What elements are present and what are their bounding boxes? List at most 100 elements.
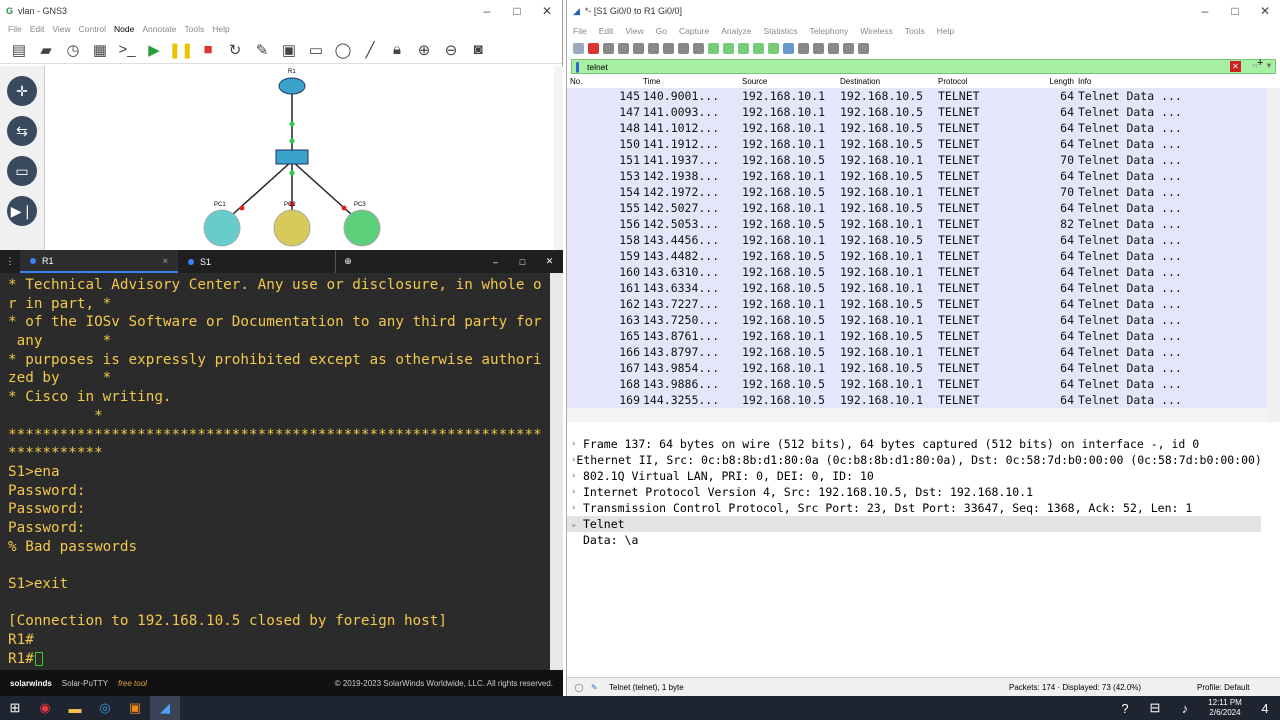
volume-icon[interactable]: ♪ bbox=[1170, 696, 1200, 720]
help-icon[interactable]: ? bbox=[1110, 696, 1140, 720]
autoscroll-icon[interactable] bbox=[783, 42, 794, 54]
wireshark-taskbar-icon[interactable]: ◢ bbox=[150, 696, 180, 720]
network-icon[interactable]: ⊟ bbox=[1140, 696, 1170, 720]
table-row[interactable]: 168 143.9886... 192.168.10.5 192.168.10.1 TE… bbox=[567, 376, 1267, 392]
ws-maximize-icon[interactable]: □ bbox=[1220, 4, 1250, 18]
col-source[interactable]: Source bbox=[742, 77, 840, 86]
bookmark-icon[interactable]: ▌ bbox=[576, 62, 582, 72]
menu-kebab-icon[interactable]: ⋮ bbox=[0, 256, 20, 267]
notifications-icon[interactable]: 4 bbox=[1250, 696, 1280, 720]
first-packet-icon[interactable] bbox=[753, 42, 764, 54]
clear-filter-icon[interactable]: ✕ bbox=[1230, 61, 1241, 72]
rectangle-icon[interactable]: ▭ bbox=[305, 40, 327, 60]
packet-details[interactable]: › Frame 137: 64 bytes on wire (512 bits),… bbox=[567, 436, 1261, 677]
expert-info-icon[interactable]: ◯ bbox=[567, 683, 591, 692]
menu-edit[interactable]: Edit bbox=[30, 24, 45, 34]
table-row[interactable]: 166 143.8797... 192.168.10.5 192.168.10.1 TE… bbox=[567, 344, 1267, 360]
go-forward-icon[interactable] bbox=[723, 42, 734, 54]
table-row[interactable]: 145 140.9001... 192.168.10.1 192.168.10.5 TE… bbox=[567, 88, 1267, 104]
options-icon[interactable] bbox=[618, 42, 629, 54]
ws-menu-capture[interactable]: Capture bbox=[679, 26, 709, 36]
menu-view[interactable]: View bbox=[52, 24, 70, 34]
ellipse-icon[interactable]: ◯ bbox=[332, 40, 354, 60]
table-row[interactable]: 156 142.5053... 192.168.10.5 192.168.10.1 TE… bbox=[567, 216, 1267, 232]
close-icon[interactable]: ✕ bbox=[532, 4, 562, 18]
line-icon[interactable]: ╱ bbox=[359, 40, 381, 60]
routers-icon[interactable]: ✛ bbox=[7, 76, 37, 106]
expand-arrow-icon[interactable]: › bbox=[571, 503, 583, 513]
tab-s1[interactable]: S1 bbox=[178, 250, 336, 273]
restart-capture-icon[interactable] bbox=[603, 42, 614, 54]
ws-close-icon[interactable]: ✕ bbox=[1250, 4, 1280, 18]
table-row[interactable]: 158 143.4456... 192.168.10.1 192.168.10.5 TE… bbox=[567, 232, 1267, 248]
new-project-icon[interactable]: ▤ bbox=[8, 40, 30, 60]
detail-tree-item[interactable]: › Frame 137: 64 bytes on wire (512 bits),… bbox=[567, 436, 1261, 452]
col-destination[interactable]: Destination bbox=[840, 77, 938, 86]
zoom-out-icon[interactable]: ⊖ bbox=[440, 40, 462, 60]
detail-tree-item[interactable]: › Internet Protocol Version 4, Src: 192.1… bbox=[567, 484, 1261, 500]
lock-icon[interactable]: 🔒︎ bbox=[386, 40, 408, 60]
snapshot-icon[interactable]: ▦ bbox=[89, 40, 111, 60]
pc2-node[interactable] bbox=[273, 209, 311, 247]
chrome-icon[interactable]: ◉ bbox=[30, 696, 60, 720]
status-profile[interactable]: Profile: Default bbox=[1197, 683, 1249, 692]
table-row[interactable]: 155 142.5027... 192.168.10.1 192.168.10.5 TE… bbox=[567, 200, 1267, 216]
edit-comment-icon[interactable]: ✎ bbox=[591, 683, 609, 692]
putty-maximize-icon[interactable]: □ bbox=[509, 257, 536, 267]
colorize-icon[interactable] bbox=[798, 42, 809, 54]
col-no[interactable]: No. bbox=[567, 77, 640, 86]
table-row[interactable]: 148 141.1012... 192.168.10.1 192.168.10.5 TE… bbox=[567, 120, 1267, 136]
ws-menu-tools[interactable]: Tools bbox=[905, 26, 925, 36]
find-packet-icon[interactable] bbox=[693, 42, 704, 54]
normal-size-icon[interactable] bbox=[843, 42, 854, 54]
tab-close-icon[interactable]: × bbox=[163, 256, 168, 266]
col-length[interactable]: Length bbox=[1026, 77, 1078, 86]
console-icon[interactable]: >_ bbox=[116, 40, 138, 60]
zoom-in-icon[interactable]: ⊕ bbox=[413, 40, 435, 60]
maximize-icon[interactable]: □ bbox=[502, 4, 532, 18]
open-folder-icon[interactable]: ▰ bbox=[35, 40, 57, 60]
ws-menu-help[interactable]: Help bbox=[937, 26, 954, 36]
display-filter-bar[interactable]: ▌ telnet ✕ ⇨ ▾ bbox=[571, 59, 1276, 74]
image-icon[interactable]: ▣ bbox=[278, 40, 300, 60]
ws-zoom-in-icon[interactable] bbox=[813, 42, 824, 54]
ws-menu-view[interactable]: View bbox=[625, 26, 643, 36]
start-capture-icon[interactable] bbox=[573, 42, 584, 54]
router-node[interactable] bbox=[278, 77, 306, 95]
tab-r1[interactable]: R1 × bbox=[20, 250, 178, 273]
packet-list-hscrollbar[interactable] bbox=[567, 408, 1267, 422]
detail-tree-item[interactable]: ⌄ Telnet bbox=[567, 516, 1261, 532]
table-row[interactable]: 167 143.9854... 192.168.10.1 192.168.10.5 TE… bbox=[567, 360, 1267, 376]
table-row[interactable]: 150 141.1912... 192.168.10.1 192.168.10.5 TE… bbox=[567, 136, 1267, 152]
open-file-icon[interactable] bbox=[633, 42, 644, 54]
reload-file-icon[interactable] bbox=[678, 42, 689, 54]
ws-minimize-icon[interactable]: – bbox=[1190, 4, 1220, 18]
table-row[interactable]: 151 141.1937... 192.168.10.5 192.168.10.1 TE… bbox=[567, 152, 1267, 168]
detail-tree-item[interactable]: › Transmission Control Protocol, Src Port… bbox=[567, 500, 1261, 516]
start-menu-icon[interactable]: ⊞ bbox=[0, 696, 30, 720]
packet-list-scrollbar[interactable] bbox=[1267, 88, 1280, 422]
col-time[interactable]: Time bbox=[640, 77, 742, 86]
ws-menu-edit[interactable]: Edit bbox=[599, 26, 614, 36]
close-file-icon[interactable] bbox=[663, 42, 674, 54]
menu-node[interactable]: Node bbox=[114, 24, 134, 34]
detail-tree-item[interactable]: › Ethernet II, Src: 0c:b8:8b:d1:80:0a (0c… bbox=[567, 452, 1261, 468]
go-to-packet-icon[interactable] bbox=[738, 42, 749, 54]
ws-menu-go[interactable]: Go bbox=[656, 26, 667, 36]
table-row[interactable]: 154 142.1972... 192.168.10.5 192.168.10.1 TE… bbox=[567, 184, 1267, 200]
switches-icon[interactable]: ⇆ bbox=[7, 116, 37, 146]
pc1-node[interactable] bbox=[203, 209, 241, 247]
expand-arrow-icon[interactable]: › bbox=[571, 487, 583, 497]
ws-menu-file[interactable]: File bbox=[573, 26, 587, 36]
filter-input[interactable]: telnet bbox=[587, 62, 608, 72]
edge-icon[interactable]: ◎ bbox=[90, 696, 120, 720]
menu-help[interactable]: Help bbox=[212, 24, 229, 34]
save-file-icon[interactable] bbox=[648, 42, 659, 54]
new-tab-icon[interactable]: ⊕ bbox=[336, 256, 360, 267]
add-filter-button-icon[interactable]: + bbox=[1257, 57, 1263, 69]
last-packet-icon[interactable] bbox=[768, 42, 779, 54]
ws-zoom-out-icon[interactable] bbox=[828, 42, 839, 54]
topology-canvas[interactable]: R1 PC1 PC2 PC3 bbox=[46, 66, 554, 250]
ws-menu-wireless[interactable]: Wireless bbox=[860, 26, 893, 36]
expand-arrow-icon[interactable]: ⌄ bbox=[571, 519, 583, 529]
